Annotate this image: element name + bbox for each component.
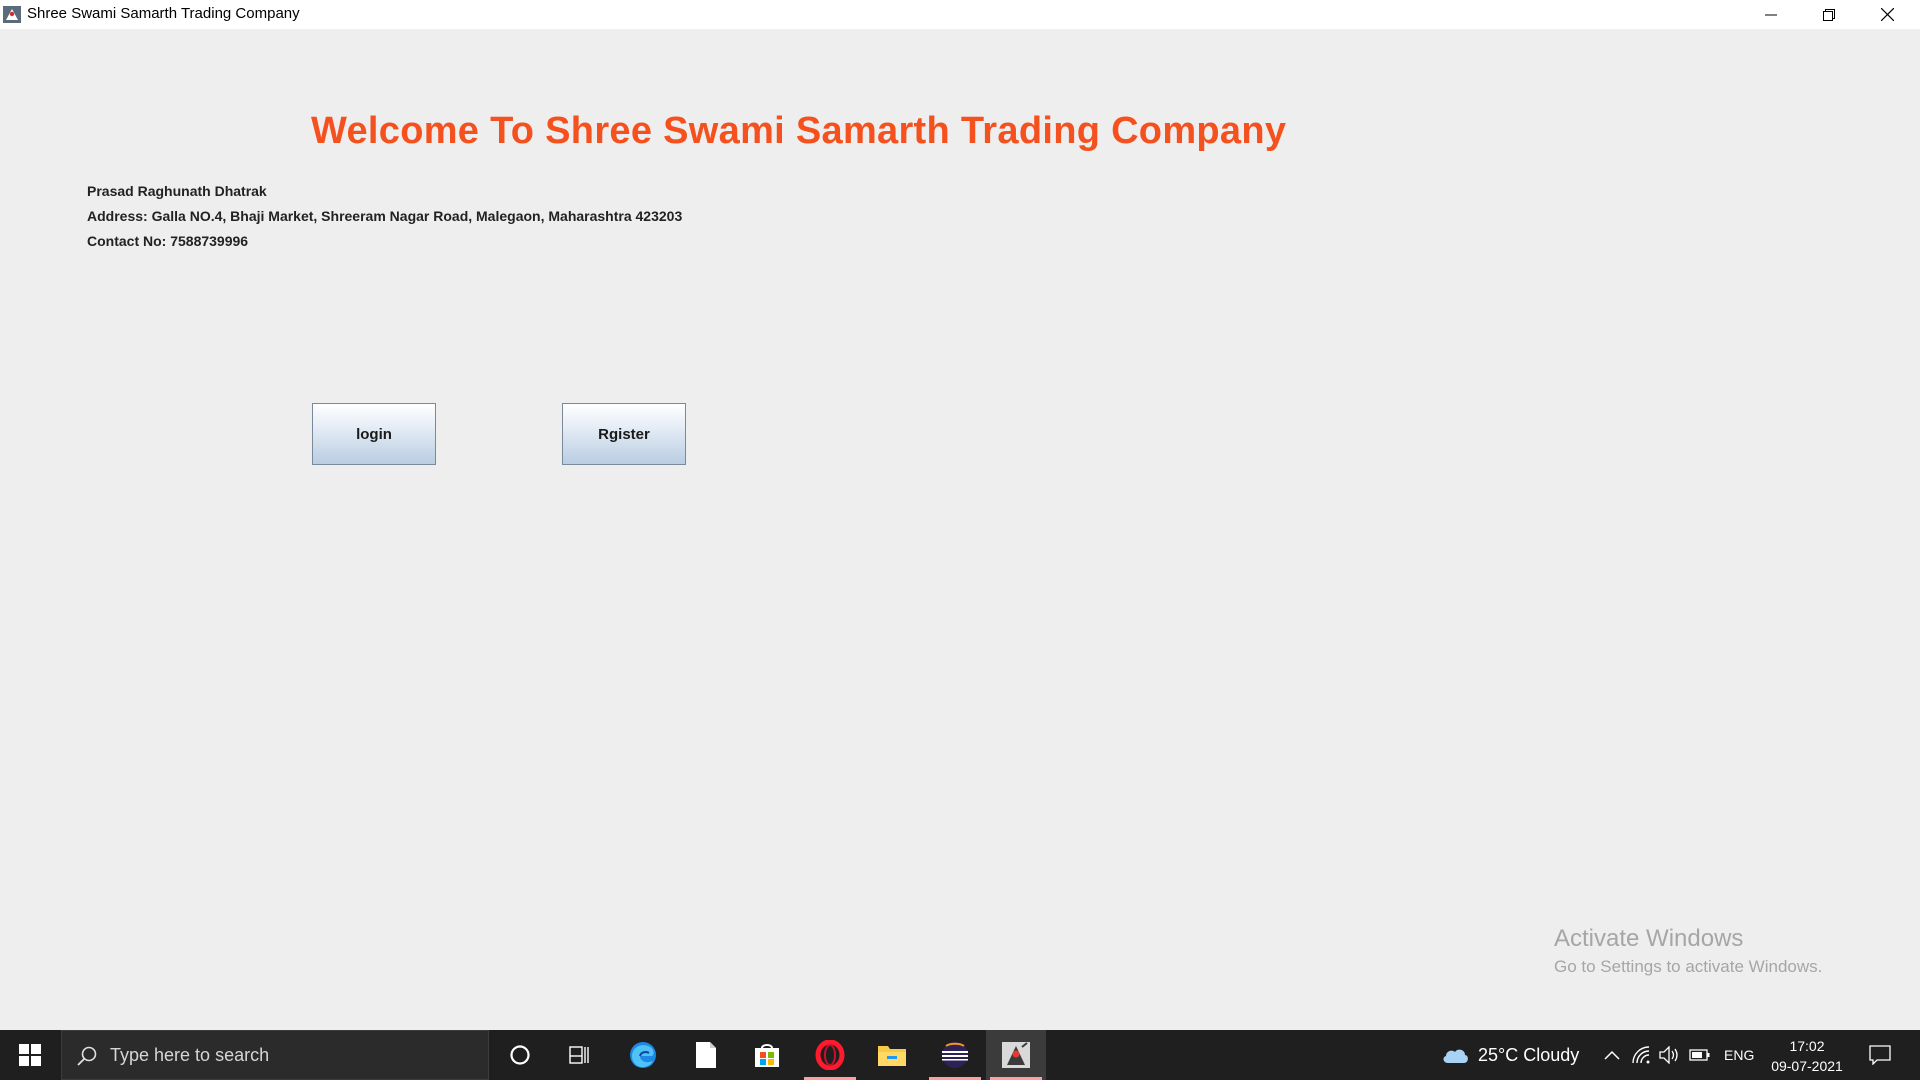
eclipse-icon: [942, 1042, 968, 1068]
cloudy-weather-icon: [1443, 1049, 1468, 1063]
close-button[interactable]: [1858, 0, 1916, 29]
restore-button[interactable]: [1800, 0, 1858, 29]
owner-name: Prasad Raghunath Dhatrak: [87, 183, 267, 199]
eclipse-button[interactable]: [925, 1030, 985, 1080]
weather-widget[interactable]: [1440, 1044, 1470, 1066]
company-address: Address: Galla NO.4, Bhaji Market, Shree…: [87, 208, 683, 224]
notepad-button[interactable]: [676, 1030, 736, 1080]
window-title: Shree Swami Samarth Trading Company: [27, 5, 300, 22]
input-language[interactable]: ENG: [1724, 1047, 1754, 1063]
taskbar-search-box[interactable]: Type here to search: [61, 1030, 489, 1080]
battery-icon: [1689, 1049, 1710, 1061]
welcome-heading: Welcome To Shree Swami Samarth Trading C…: [311, 110, 1287, 152]
opera-button[interactable]: [800, 1030, 860, 1080]
watermark-title: Activate Windows: [1554, 925, 1744, 952]
task-view-icon: [569, 1046, 589, 1064]
java-app-button[interactable]: [986, 1030, 1046, 1080]
file-explorer-icon: [878, 1046, 906, 1066]
opera-icon: [815, 1040, 845, 1070]
search-placeholder: Type here to search: [110, 1045, 270, 1065]
close-icon: [1880, 8, 1894, 21]
window-titlebar: Shree Swami Samarth Trading Company: [0, 0, 1920, 29]
register-button[interactable]: Rgister: [562, 403, 686, 465]
file-explorer-button[interactable]: [862, 1030, 922, 1080]
edge-button[interactable]: [613, 1030, 673, 1080]
login-button[interactable]: login: [312, 403, 436, 465]
app-window-content: Welcome To Shree Swami Samarth Trading C…: [0, 29, 1920, 1030]
chevron-up-icon: [1604, 1050, 1620, 1060]
notepad-icon: [696, 1042, 716, 1068]
cortana-icon: [510, 1045, 530, 1065]
volume-button[interactable]: [1659, 1044, 1681, 1066]
windows-logo-icon: [19, 1044, 41, 1066]
start-button[interactable]: [0, 1030, 60, 1080]
duke-java-icon: [3, 6, 21, 23]
notification-icon: [1869, 1045, 1891, 1065]
store-icon: [755, 1044, 779, 1067]
watermark-subtitle: Go to Settings to activate Windows.: [1554, 957, 1823, 976]
action-center-button[interactable]: [1867, 1044, 1893, 1066]
restore-icon: [1823, 8, 1835, 21]
battery-button[interactable]: [1689, 1044, 1711, 1066]
network-button[interactable]: [1630, 1044, 1652, 1066]
taskbar: Type here to search 25°C Cloudy ENG 17:0…: [0, 1030, 1920, 1080]
activate-windows-watermark: Activate Windows Go to Settings to activ…: [1554, 925, 1822, 977]
task-view-button[interactable]: [550, 1030, 610, 1080]
clock-date: 09-07-2021: [1771, 1058, 1843, 1074]
java-app-icon: [1002, 1042, 1030, 1068]
cortana-button[interactable]: [490, 1030, 550, 1080]
minimize-icon: [1765, 14, 1777, 15]
edge-icon: [630, 1042, 656, 1068]
contact-number: Contact No: 7588739996: [87, 233, 249, 249]
clock-time: 17:02: [1789, 1038, 1825, 1054]
weather-text[interactable]: 25°C Cloudy: [1478, 1045, 1579, 1066]
wifi-icon: [1632, 1046, 1650, 1064]
clock[interactable]: 17:02 09-07-2021: [1762, 1036, 1852, 1076]
search-icon: [77, 1046, 97, 1066]
show-hidden-icons-button[interactable]: [1601, 1044, 1623, 1066]
minimize-button[interactable]: [1742, 0, 1800, 29]
speaker-icon: [1659, 1046, 1678, 1064]
store-button[interactable]: [737, 1030, 797, 1080]
